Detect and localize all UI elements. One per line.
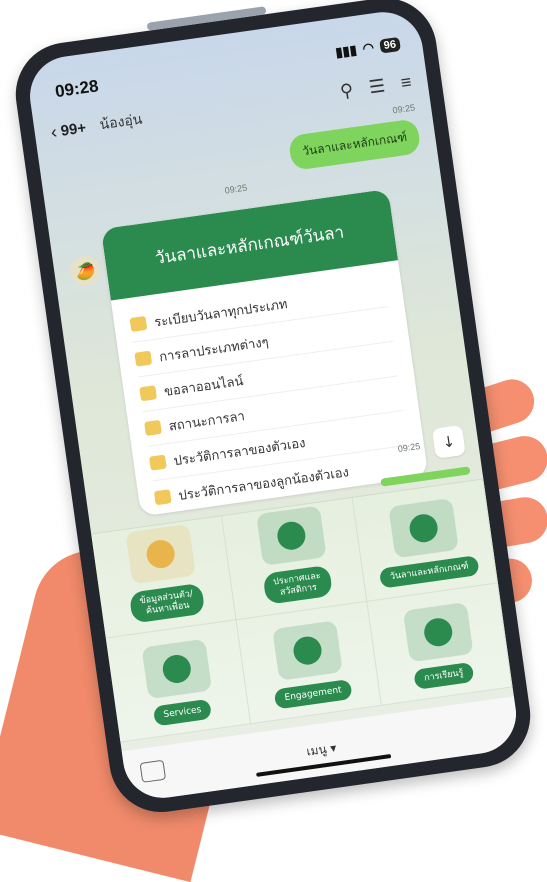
rich-menu-label: การเรียนรู้ — [412, 661, 475, 690]
scroll-down-icon[interactable]: ↓ — [431, 424, 466, 459]
pencil-icon — [148, 454, 167, 471]
rich-menu-label: วันลาและหลักเกณฑ์ — [378, 554, 480, 589]
search-icon[interactable]: ⚲ — [339, 79, 355, 102]
pencil-icon — [139, 385, 158, 402]
card-item-label: ขอลาออนไลน์ — [163, 373, 245, 400]
message-time: 09:25 — [224, 182, 248, 196]
pencil-icon — [129, 315, 148, 332]
menu-icon[interactable]: ≡ — [399, 71, 412, 93]
rich-menu: ข้อมูลส่วนตัว/ ค้นหาเพื่อน ประกาศและ สวัส… — [91, 478, 513, 743]
unread-count[interactable]: 99+ — [60, 119, 88, 139]
back-icon[interactable]: ‹ — [49, 121, 58, 143]
sent-message[interactable]: วันลาและหลักเกณฑ์ — [288, 118, 422, 171]
pencil-icon — [144, 419, 162, 436]
tools-icon — [140, 638, 212, 699]
rich-menu-tile[interactable]: Engagement — [236, 601, 382, 725]
phone-screen: 09:28 ▮▮▮ ◠ 96 ‹ 99+ น้องอุ่น ⚲ ☰ ≡ 09:2… — [24, 7, 522, 803]
rich-menu-tile[interactable]: ข้อมูลส่วนตัว/ ค้นหาเพื่อน — [91, 516, 237, 639]
rich-menu-tile[interactable]: ประกาศและ สวัสดิการ — [221, 497, 368, 621]
card-item-label: สถานะการลา — [167, 408, 246, 435]
mascot-icon — [124, 524, 196, 585]
pencil-icon — [153, 489, 172, 506]
presentation-icon — [402, 601, 473, 663]
rich-menu-label: ประกาศและ สวัสดิการ — [262, 565, 334, 605]
thumbs-up-icon — [271, 620, 343, 681]
message-time: 09:25 — [391, 102, 416, 116]
contact-name: น้องอุ่น — [98, 110, 144, 133]
wifi-icon: ◠ — [361, 39, 375, 56]
rich-menu-label: ข้อมูลส่วนตัว/ ค้นหาเพื่อน — [128, 583, 206, 624]
clock: 09:28 — [53, 76, 100, 102]
person-network-icon — [255, 505, 327, 567]
rich-menu-tile[interactable]: วันลาและหลักเกณฑ์ — [352, 479, 499, 602]
calendar-icon — [387, 497, 459, 559]
bot-avatar[interactable]: 🥭 — [68, 253, 103, 288]
notes-icon[interactable]: ☰ — [368, 75, 387, 98]
rich-menu-label: Engagement — [273, 678, 353, 710]
pencil-icon — [134, 350, 153, 367]
rich-menu-tile[interactable]: การเรียนรู้ — [367, 583, 513, 706]
message-card: วันลาและหลักเกณฑ์วันลา ระเบียบวันลาทุกปร… — [100, 188, 429, 517]
battery-icon: 96 — [378, 36, 401, 54]
speaker-grille — [146, 6, 267, 31]
menu-toggle[interactable]: เมนู ▾ — [305, 738, 338, 761]
keyboard-icon[interactable] — [139, 759, 167, 783]
signal-icon: ▮▮▮ — [334, 41, 358, 60]
rich-menu-label: Services — [152, 698, 213, 727]
rich-menu-tile[interactable]: Services — [105, 620, 252, 743]
